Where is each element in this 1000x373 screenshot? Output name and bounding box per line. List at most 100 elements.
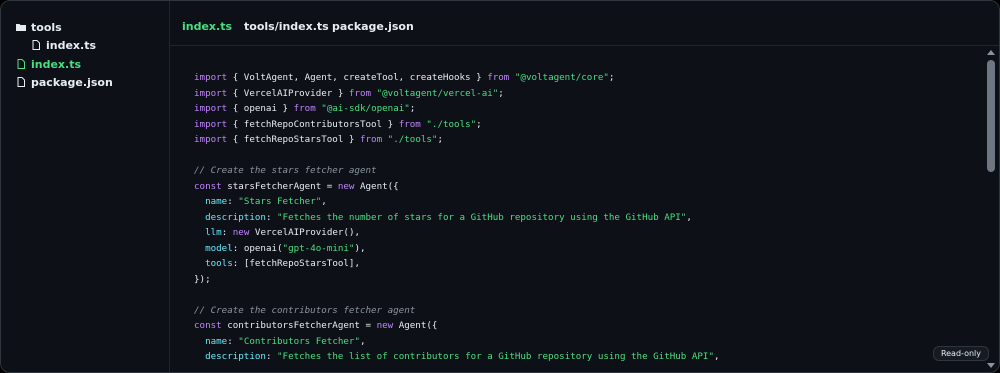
code-line: import { fetchRepoStarsTool } from "./to… <box>194 132 720 148</box>
tree-item-label: index.ts <box>46 38 97 52</box>
code-token: starsFetcherAgent = <box>221 180 338 192</box>
code-token: contributorsFetcherAgent = <box>221 320 377 331</box>
code-token: import <box>194 134 228 145</box>
code-line: description: "Fetches the number of star… <box>194 210 720 226</box>
code-token: const <box>194 180 222 192</box>
tab-package-json[interactable]: package.json <box>332 20 414 33</box>
code-token: from <box>487 72 510 83</box>
code-token: { openai } <box>227 103 294 114</box>
code-token: , <box>714 351 720 362</box>
tree-item-label: tools <box>31 20 62 34</box>
read-only-badge: Read-only <box>932 346 989 361</box>
code-token: , <box>321 196 327 207</box>
code-token: from <box>398 118 421 130</box>
code-token: new <box>337 180 355 192</box>
code-token: "./tools" <box>387 134 438 145</box>
code-token: , <box>360 335 366 347</box>
code-token: }); <box>194 273 211 285</box>
code-token: from <box>348 87 372 99</box>
code-token: // Create the stars fetcher agent <box>194 165 377 176</box>
code-token: ; <box>409 103 416 114</box>
code-token: "Stars Fetcher" <box>238 196 322 207</box>
code-token: "@ai-sdk/openai" <box>321 103 410 114</box>
tree-item-label: package.json <box>31 75 113 89</box>
code-token: : <box>227 196 239 207</box>
code-token: Agent({ <box>354 180 399 192</box>
code-line: const contributorsFetcherAgent = new Age… <box>194 318 720 334</box>
code-token: new <box>376 320 394 331</box>
code-line: }); <box>194 272 720 288</box>
code-content: import { VoltAgent, Agent, createTool, c… <box>194 70 720 365</box>
code-token: ), <box>354 242 366 254</box>
code-token: description <box>205 351 266 362</box>
code-token: , <box>686 211 692 223</box>
code-token: : <box>221 227 233 238</box>
code-token: model <box>205 242 233 254</box>
code-token: import <box>194 87 228 99</box>
code-token: ; <box>498 87 504 99</box>
code-line: tools: [fetchRepoStarsTool], <box>194 256 720 272</box>
code-token: { VoltAgent, Agent, createTool, createHo… <box>227 72 488 83</box>
code-line: llm: new VercelAIProvider(), <box>194 225 720 241</box>
code-token: : [fetchRepoStarsTool], <box>232 258 360 269</box>
code-token: // Create the contributors fetcher agent <box>194 304 416 316</box>
code-token: name <box>205 196 228 207</box>
code-token: "gpt-4o-mini" <box>282 242 355 254</box>
tree-item-index[interactable]: index.ts <box>15 55 81 73</box>
tab-bar: index.ts tools/index.ts package.json <box>170 1 999 46</box>
code-token: : <box>265 211 278 223</box>
tree-item-tools-index[interactable]: index.ts <box>30 36 96 54</box>
code-token: "Fetches the list of contributors for a … <box>277 351 714 362</box>
code-line: description: "Fetches the list of contri… <box>194 349 720 365</box>
code-area[interactable]: import { VoltAgent, Agent, createTool, c… <box>170 46 983 372</box>
code-token: "@voltagent/core" <box>514 72 609 83</box>
file-icon <box>15 58 27 70</box>
code-token: ; <box>476 118 482 130</box>
tree-item-tools-folder[interactable]: tools <box>15 18 62 36</box>
code-token: VercelAIProvider(), <box>249 227 361 238</box>
tree-item-label: index.ts <box>31 57 82 71</box>
code-token: "Fetches the number of stars for a GitHu… <box>277 211 687 223</box>
code-token: : <box>265 351 278 362</box>
tab-tools-index-ts[interactable]: tools/index.ts <box>244 20 329 33</box>
scroll-down-arrow-icon[interactable] <box>987 363 995 368</box>
code-viewer-window: tools index.ts index.ts package.json ind… <box>0 0 1000 373</box>
code-token: : openai( <box>232 242 283 254</box>
code-token: from <box>359 134 383 145</box>
code-token: : <box>227 335 239 347</box>
code-token: { fetchRepoContributorsTool } <box>227 118 399 130</box>
code-token: ; <box>437 134 443 145</box>
code-token: { fetchRepoStarsTool } <box>227 134 360 145</box>
code-line: import { fetchRepoContributorsTool } fro… <box>194 117 720 133</box>
code-line: // Create the stars fetcher agent <box>194 163 720 179</box>
tab-index-ts[interactable]: index.ts <box>182 20 232 33</box>
code-token: llm <box>205 227 222 238</box>
code-token: from <box>293 103 316 114</box>
file-tree: tools index.ts index.ts package.json <box>1 1 170 372</box>
code-line: // Create the contributors fetcher agent <box>194 303 720 319</box>
code-token: "@voltagent/vercel-ai" <box>376 87 499 99</box>
code-token: name <box>205 335 228 347</box>
vertical-scrollbar[interactable] <box>983 46 999 372</box>
code-token: const <box>194 320 222 331</box>
code-line: name: "Stars Fetcher", <box>194 194 720 210</box>
scroll-up-arrow-icon[interactable] <box>987 50 995 55</box>
code-token: import <box>194 72 228 83</box>
file-icon <box>30 39 42 51</box>
code-token: import <box>194 118 228 130</box>
tree-item-package-json[interactable]: package.json <box>15 73 113 91</box>
code-token: Agent({ <box>393 320 438 331</box>
code-line: import { openai } from "@ai-sdk/openai"; <box>194 101 720 117</box>
scrollbar-thumb[interactable] <box>987 60 995 172</box>
code-line: import { VercelAIProvider } from "@volta… <box>194 86 720 102</box>
code-token: ; <box>608 72 615 83</box>
editor-panel: index.ts tools/index.ts package.json imp… <box>170 1 999 372</box>
